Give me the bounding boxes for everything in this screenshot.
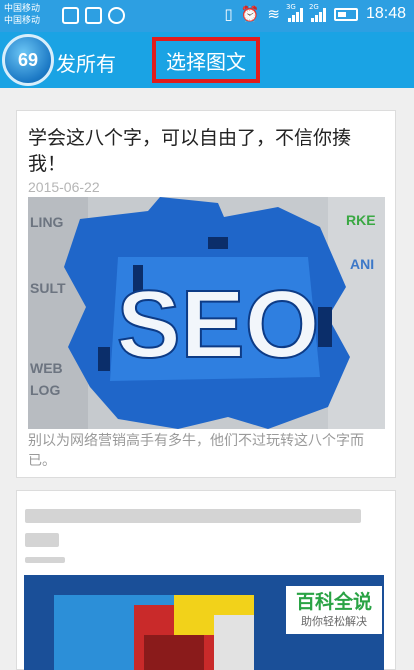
article-title[interactable]: 学会这八个字，可以自由了，不信你揍我！ xyxy=(28,125,388,177)
blurred-title-line xyxy=(25,509,361,523)
carrier-info: 中国移动 中国移动 xyxy=(4,3,40,27)
blurred-title-line xyxy=(25,533,59,547)
article-image[interactable]: SEO LING SULT WEB LOG RKE ANI xyxy=(28,197,385,429)
page-title[interactable]: 发所有 xyxy=(56,48,116,77)
app-notification-icon xyxy=(85,7,102,24)
article-date: 2015-06-22 xyxy=(28,179,100,195)
article-card[interactable] xyxy=(16,490,396,670)
image-side-word: LOG xyxy=(30,382,60,398)
image-side-word: WEB xyxy=(30,360,63,376)
image-word-seo: SEO xyxy=(117,271,320,378)
system-icons: ▯ ⏰ ≋ 3G 2G 18:48 xyxy=(224,3,406,23)
blurred-date xyxy=(25,557,65,563)
select-article-label: 选择图文 xyxy=(166,49,246,74)
chat-icon xyxy=(108,7,125,24)
carrier-2: 中国移动 xyxy=(4,16,41,26)
wifi-icon: ≋ xyxy=(267,5,280,23)
status-bar: 中国移动 中国移动 ▯ ⏰ ≋ 3G 2G 18:48 xyxy=(0,0,414,32)
seo-puzzle-image: SEO LING SULT WEB LOG RKE ANI xyxy=(28,197,385,429)
alarm-icon: ⏰ xyxy=(240,5,260,23)
count-badge[interactable]: 69 xyxy=(2,34,54,86)
watermark-title: 百科全说 xyxy=(295,591,372,613)
signal-icon-1: 3G xyxy=(286,3,303,22)
select-article-button[interactable]: 选择图文 xyxy=(152,37,260,83)
article-summary: 别以为网络营销高手有多牛，他们不过玩转这八个字而已。 xyxy=(28,433,364,469)
battery-icon xyxy=(333,7,358,21)
image-side-word: LING xyxy=(30,214,64,230)
notification-icons xyxy=(62,7,125,24)
carrier-1: 中国移动 xyxy=(4,4,41,14)
picture-icon xyxy=(62,7,79,24)
image-side-word: SULT xyxy=(30,280,66,296)
signal-icon-2: 2G xyxy=(309,3,326,22)
watermark-subtitle: 助你轻松解决 xyxy=(301,615,367,628)
watermark-logo: 百科全说 助你轻松解决 xyxy=(286,586,382,634)
title-bar: 69 发所有 选择图文 xyxy=(0,32,414,88)
image-side-word: RKE xyxy=(346,212,376,228)
status-time: 18:48 xyxy=(365,5,406,22)
vibrate-icon: ▯ xyxy=(224,5,233,23)
image-side-word: ANI xyxy=(350,256,374,272)
badge-count: 69 xyxy=(17,49,39,70)
article-card[interactable]: 学会这八个字，可以自由了，不信你揍我！ 2015-06-22 SEO LING … xyxy=(16,110,396,478)
